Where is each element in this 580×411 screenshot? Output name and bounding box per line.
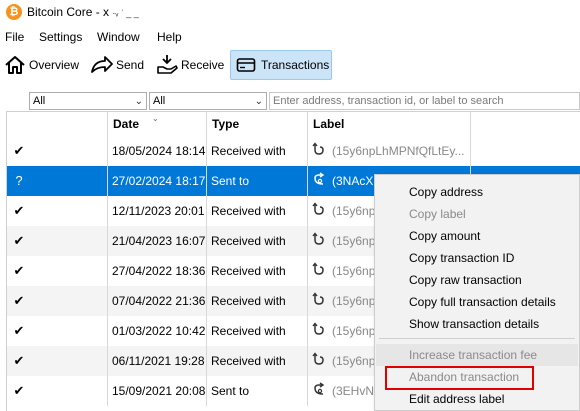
- receive-hand-icon: [156, 54, 178, 76]
- type-cell: Sent to: [207, 376, 308, 406]
- receive-arrow-icon: [312, 347, 326, 376]
- label-cell: (15y6npLhMPNfQfLtEy...: [308, 136, 471, 166]
- copy-raw-transaction-menu-item[interactable]: Copy raw transaction: [376, 269, 578, 291]
- receive-label: Receive: [181, 58, 225, 72]
- search-input[interactable]: [269, 92, 580, 110]
- chevron-down-icon: ⌄: [134, 96, 143, 107]
- confirmed-check-icon: ✔: [13, 293, 25, 308]
- date-cell: 15/09/2021 20:08: [107, 376, 207, 406]
- transactions-label: Transactions: [261, 58, 330, 72]
- date-cell: 01/03/2022 10:42: [107, 316, 207, 346]
- send-arrow-icon: [312, 377, 326, 406]
- menu-bar: File Settings Window Help: [0, 27, 580, 47]
- copy-transaction-id-menu-item[interactable]: Copy transaction ID: [376, 247, 578, 269]
- type-cell: Received with: [207, 256, 308, 286]
- annotation-highlight-box: [385, 366, 534, 390]
- type-cell: Received with: [207, 346, 308, 376]
- overview-label: Overview: [29, 58, 80, 72]
- confirmed-check-icon: ✔: [13, 143, 25, 158]
- type-cell: Received with: [207, 196, 308, 226]
- transactions-button[interactable]: Transactions: [230, 50, 332, 80]
- date-cell: 27/02/2024 18:17: [107, 166, 207, 196]
- confirmed-check-icon: ✔: [13, 323, 25, 338]
- copy-full-details-menu-item[interactable]: Copy full transaction details: [376, 291, 578, 313]
- date-column-header[interactable]: ⌄ Date: [107, 112, 207, 136]
- redacted-wallet-name: ·ᵥ ˈ _ _: [112, 8, 139, 18]
- receive-button[interactable]: Receive: [156, 50, 225, 80]
- chevron-down-icon: ⌄: [254, 96, 263, 107]
- date-cell: 06/11/2021 19:28: [107, 346, 207, 376]
- window-title: Bitcoin Core - x ·ᵥ ˈ _ _: [27, 5, 139, 19]
- send-arrow-icon: [312, 167, 326, 196]
- menu-file[interactable]: File: [5, 30, 24, 44]
- menu-settings[interactable]: Settings: [39, 30, 82, 44]
- label-column-header[interactable]: Label: [308, 112, 471, 136]
- address-label-text: (15y6np: [332, 324, 376, 338]
- address-label-text: (15y6np: [332, 234, 376, 248]
- toolbar: Overview Send Receive Transactions: [0, 47, 580, 83]
- sort-indicator-icon: ⌄: [152, 114, 159, 123]
- confirmed-check-icon: ✔: [13, 203, 25, 218]
- type-filter-select[interactable]: All ⌄: [149, 92, 267, 110]
- date-cell: 12/11/2023 20:01: [107, 196, 207, 226]
- edit-address-label-menu-item[interactable]: Edit address label: [376, 388, 578, 410]
- address-label-text: (15y6np: [332, 264, 376, 278]
- receive-arrow-icon: [312, 137, 326, 166]
- type-cell: Sent to: [207, 166, 308, 196]
- type-cell: Received with: [207, 136, 308, 166]
- address-label-text: (15y6np: [332, 204, 376, 218]
- table-row[interactable]: ✔ 18/05/2024 18:14 Received with (15y6npLhM…: [7, 136, 580, 166]
- receive-arrow-icon: [312, 197, 326, 226]
- date-cell: 18/05/2024 18:14: [107, 136, 207, 166]
- date-filter-select[interactable]: All ⌄: [29, 92, 147, 110]
- unconfirmed-status-icon: ?: [15, 173, 23, 188]
- receive-arrow-icon: [312, 317, 326, 346]
- menu-window[interactable]: Window: [97, 30, 140, 44]
- address-label-text: (3EHvN: [332, 384, 375, 398]
- date-filter-value: All: [33, 95, 46, 107]
- status-column-header[interactable]: [7, 112, 107, 136]
- date-cell: 27/04/2022 18:36: [107, 256, 207, 286]
- overview-button[interactable]: Overview: [4, 50, 80, 80]
- date-cell: 07/04/2022 21:36: [107, 286, 207, 316]
- wallet-card-icon: [236, 57, 256, 73]
- bitcoin-logo-icon: ₿: [6, 4, 22, 20]
- menu-separator: [379, 338, 575, 339]
- type-cell: Received with: [207, 286, 308, 316]
- type-column-header[interactable]: Type: [207, 112, 308, 136]
- send-label: Send: [116, 58, 145, 72]
- address-label-text: (15y6np: [332, 354, 376, 368]
- confirmed-check-icon: ✔: [13, 353, 25, 368]
- copy-label-menu-item[interactable]: Copy label: [376, 203, 578, 225]
- send-arrow-icon: [90, 55, 114, 75]
- title-bar: ₿ Bitcoin Core - x ·ᵥ ˈ _ _: [0, 0, 580, 27]
- table-header: ⌄ Date Type Label: [7, 112, 580, 136]
- address-label-text: (15y6np: [332, 294, 376, 308]
- copy-amount-menu-item[interactable]: Copy amount: [376, 225, 578, 247]
- confirmed-check-icon: ✔: [13, 233, 25, 248]
- send-button[interactable]: Send: [90, 50, 146, 80]
- receive-arrow-icon: [312, 227, 326, 256]
- type-filter-value: All: [153, 95, 166, 107]
- copy-address-menu-item[interactable]: Copy address: [376, 181, 578, 203]
- menu-help[interactable]: Help: [157, 30, 182, 44]
- increase-fee-menu-item[interactable]: Increase transaction fee: [376, 344, 578, 366]
- confirmed-check-icon: ✔: [13, 383, 25, 398]
- address-label-text: (15y6npLhMPNfQfLtEy...: [332, 144, 465, 158]
- date-cell: 21/04/2023 16:07: [107, 226, 207, 256]
- receive-arrow-icon: [312, 257, 326, 286]
- filter-bar: All ⌄ All ⌄: [0, 90, 580, 112]
- home-icon: [4, 55, 26, 75]
- type-cell: Received with: [207, 226, 308, 256]
- type-cell: Received with: [207, 316, 308, 346]
- receive-arrow-icon: [312, 287, 326, 316]
- show-details-menu-item[interactable]: Show transaction details: [376, 313, 578, 335]
- confirmed-check-icon: ✔: [13, 263, 25, 278]
